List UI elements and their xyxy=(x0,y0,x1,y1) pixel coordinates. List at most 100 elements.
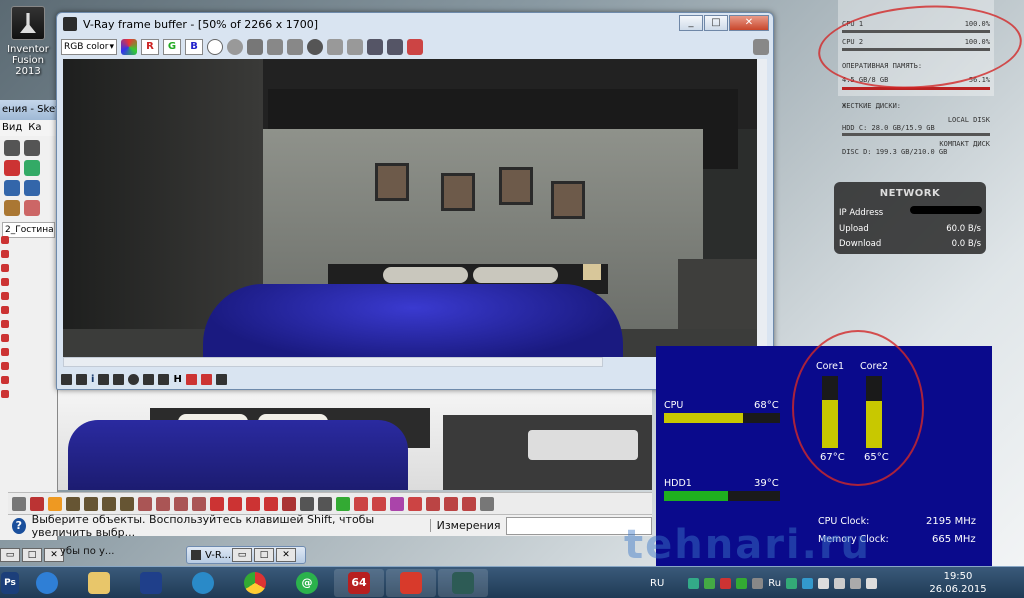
side-tool-icon[interactable] xyxy=(1,362,9,370)
tray-icon[interactable] xyxy=(786,577,798,589)
line-tool-icon[interactable] xyxy=(12,496,26,511)
light-tool-icon[interactable] xyxy=(426,496,440,511)
render-tool-icon[interactable] xyxy=(318,496,332,511)
volume-icon[interactable] xyxy=(866,577,878,589)
light-tool-icon[interactable] xyxy=(462,496,476,511)
lut-icon[interactable] xyxy=(143,373,155,385)
channel-g-button[interactable]: G xyxy=(163,39,181,55)
tray-icon[interactable] xyxy=(818,577,830,589)
draw-icon[interactable] xyxy=(4,200,20,216)
axes-tool-icon[interactable] xyxy=(30,496,44,511)
light-tool-icon[interactable] xyxy=(372,496,386,511)
tray-lang-bar[interactable]: Ru xyxy=(768,578,781,589)
tray-icon[interactable] xyxy=(688,577,700,589)
pen-tool-icon[interactable] xyxy=(264,496,278,511)
side-tool-icon[interactable] xyxy=(1,264,9,272)
taskbar-explorer[interactable] xyxy=(74,569,124,597)
vertical-scrollbar[interactable] xyxy=(757,59,767,357)
render-tool-icon[interactable] xyxy=(282,496,296,511)
settings-tool-icon[interactable] xyxy=(480,496,494,511)
maximize-icon[interactable]: □ xyxy=(254,548,274,562)
taskbar-aida64[interactable]: 64 xyxy=(334,568,384,597)
side-tool-icon[interactable] xyxy=(1,292,9,300)
sketchup-viewport[interactable] xyxy=(58,390,652,490)
pixel-info-icon[interactable] xyxy=(76,373,87,385)
tray-icon[interactable] xyxy=(720,577,732,589)
undo-icon[interactable] xyxy=(4,140,20,156)
menu-view[interactable]: Вид xyxy=(2,120,22,136)
style-icon[interactable] xyxy=(4,180,20,196)
light-tool-icon[interactable] xyxy=(390,496,404,511)
light-tool-icon[interactable] xyxy=(408,496,422,511)
duplicate-icon[interactable] xyxy=(327,39,343,55)
maximize-icon[interactable]: □ xyxy=(22,548,42,562)
taskbar-sketchup[interactable] xyxy=(386,568,436,597)
color-picker-icon[interactable] xyxy=(121,39,137,55)
channel-r-button[interactable]: R xyxy=(141,39,159,55)
save-icon[interactable] xyxy=(247,39,263,55)
ocio-icon[interactable] xyxy=(158,373,170,385)
paint-icon[interactable] xyxy=(24,160,40,176)
side-tool-icon[interactable] xyxy=(1,320,9,328)
exposure-icon[interactable] xyxy=(128,373,140,385)
redo-icon[interactable] xyxy=(24,140,40,156)
vray-title-bar[interactable]: V-Ray frame buffer - [50% of 2266 x 1700… xyxy=(57,13,773,35)
layer-icon[interactable] xyxy=(24,180,40,196)
lens-effects-icon[interactable] xyxy=(387,39,403,55)
close-icon[interactable]: ✕ xyxy=(276,548,296,562)
track-mouse-icon[interactable] xyxy=(347,39,363,55)
compare-icon[interactable] xyxy=(185,373,197,385)
pen-tool-icon[interactable] xyxy=(228,496,242,511)
taskbar-photoshop[interactable]: Ps xyxy=(0,569,20,597)
side-tool-icon[interactable] xyxy=(1,376,9,384)
minimized-window-label[interactable]: убы по у... xyxy=(60,546,114,557)
channel-b-button[interactable]: B xyxy=(185,39,203,55)
language-indicator[interactable]: RU xyxy=(650,578,664,589)
light-tool-icon[interactable] xyxy=(354,496,368,511)
light-tool-icon[interactable] xyxy=(444,496,458,511)
render-tool-icon[interactable] xyxy=(336,496,350,511)
restore-icon[interactable]: ▭ xyxy=(232,548,252,562)
cone-tool-icon[interactable] xyxy=(66,496,80,511)
pen-tool-icon[interactable] xyxy=(246,496,260,511)
sphere-tool-icon[interactable] xyxy=(84,496,98,511)
taskbar-clock[interactable]: 19:50 26.06.2015 xyxy=(928,570,988,596)
side-tool-icon[interactable] xyxy=(1,278,9,286)
restore-icon[interactable]: ▭ xyxy=(0,548,20,562)
help-icon[interactable]: ? xyxy=(12,517,26,534)
save-all-icon[interactable] xyxy=(267,39,283,55)
histogram-h-icon[interactable]: H xyxy=(173,374,181,385)
tray-icon[interactable] xyxy=(834,577,846,589)
compare-icon[interactable] xyxy=(200,373,212,385)
render-canvas[interactable] xyxy=(63,59,757,357)
tray-icon[interactable] xyxy=(850,577,862,589)
box-tool-icon[interactable] xyxy=(120,496,134,511)
tray-icon[interactable] xyxy=(736,577,748,589)
mono-icon[interactable] xyxy=(227,39,243,55)
desktop-icon-inventor-fusion[interactable]: Inventor Fusion 2013 xyxy=(2,6,54,77)
render-teapot-icon[interactable] xyxy=(753,39,769,55)
taskbar-ie[interactable] xyxy=(22,569,72,597)
maximize-button[interactable]: □ xyxy=(704,15,728,31)
taskbar-vray[interactable] xyxy=(438,568,488,597)
side-tool-icon[interactable] xyxy=(1,236,9,244)
side-tool-icon[interactable] xyxy=(1,250,9,258)
levels-icon[interactable] xyxy=(98,373,110,385)
component-icon[interactable] xyxy=(4,160,20,176)
shape-icon[interactable] xyxy=(24,200,40,216)
material-tool-icon[interactable] xyxy=(174,496,188,511)
tray-icon[interactable] xyxy=(802,577,814,589)
side-tool-icon[interactable] xyxy=(1,348,9,356)
pen-tool-icon[interactable] xyxy=(210,496,224,511)
curve-icon[interactable] xyxy=(113,373,125,385)
taskbar-mail[interactable]: @ xyxy=(282,569,332,597)
region-icon[interactable] xyxy=(367,39,383,55)
material-tool-icon[interactable] xyxy=(138,496,152,511)
cylinder-tool-icon[interactable] xyxy=(102,496,116,511)
tray-icon[interactable] xyxy=(752,577,764,589)
clear-icon[interactable] xyxy=(307,39,323,55)
tray-icon[interactable] xyxy=(704,577,716,589)
taskbar-save[interactable] xyxy=(126,569,176,597)
side-tool-icon[interactable] xyxy=(1,390,9,398)
alpha-icon[interactable] xyxy=(207,39,223,55)
